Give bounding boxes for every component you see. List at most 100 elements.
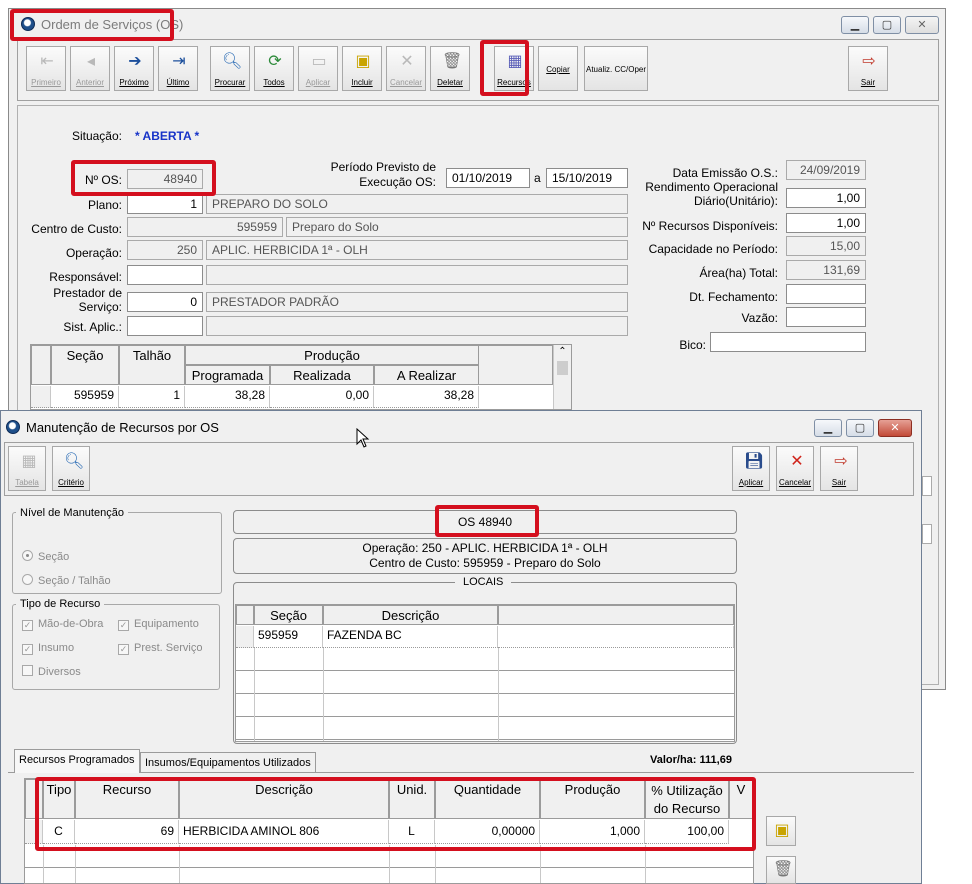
checkbox-icon <box>22 665 33 676</box>
col-producao-header: Produção <box>185 345 479 365</box>
first-button[interactable]: ⇤ Primeiro <box>26 46 66 91</box>
locais-row-secao[interactable]: 595959 <box>254 626 323 648</box>
grid-scrollbar[interactable]: ⌃ <box>553 345 571 409</box>
criteria-button[interactable]: 🔍︎ Critério <box>52 446 90 491</box>
data-emissao-label: Data Emissão O.S.: <box>672 166 778 180</box>
mouse-cursor-icon <box>356 428 370 448</box>
scroll-up-icon[interactable]: ⌃ <box>554 345 571 359</box>
operacao-line: Operação: 250 - APLIC. HERBICIDA 1ª - OL… <box>362 541 608 555</box>
dt-fechamento-field[interactable] <box>786 284 866 304</box>
locais-corner <box>236 605 254 625</box>
row-secao[interactable]: 595959 <box>51 386 119 408</box>
resource-minimize-button[interactable]: ▁ <box>814 419 842 437</box>
resource-close-button[interactable]: ✕ <box>878 419 912 437</box>
resource-titlebar[interactable]: Manutenção de Recursos por OS <box>0 412 922 442</box>
plano-desc-field: PREPARO DO SOLO <box>206 194 628 214</box>
prestador-label-line2: Serviço: <box>78 300 122 314</box>
dt-fechamento-label: Dt. Fechamento: <box>689 290 778 304</box>
resource-maximize-button[interactable]: ▢ <box>846 419 874 437</box>
centro-code-field[interactable]: 595959 <box>127 217 283 237</box>
rendimento-label-line2: Diário(Unitário): <box>693 194 778 208</box>
bico-field[interactable] <box>710 332 866 352</box>
checkbox-checked-icon: ✓ <box>118 620 129 631</box>
locais-col-descricao[interactable]: Descrição <box>323 605 498 625</box>
tipo-diversos[interactable]: Diversos <box>22 665 81 678</box>
sist-aplic-desc-field <box>206 316 628 336</box>
checkbox-checked-icon: ✓ <box>22 620 33 631</box>
add-resource-button[interactable]: ▣ <box>766 816 796 846</box>
tipo-prest-servico[interactable]: ✓ Prest. Serviço <box>118 642 202 655</box>
centro-desc-field: Preparo do Solo <box>286 217 628 237</box>
grid-header-filler <box>479 345 553 385</box>
all-button[interactable]: ⟳ Todos <box>254 46 294 91</box>
periodo-fim-field[interactable]: 15/10/2019 <box>546 168 628 188</box>
row-programada[interactable]: 38,28 <box>185 386 270 408</box>
periodo-inicio-field[interactable]: 01/10/2019 <box>446 168 530 188</box>
trash-icon: 🗑︎ <box>442 53 463 70</box>
last-button[interactable]: ⇥ Último <box>158 46 198 91</box>
row-talhao[interactable]: 1 <box>119 386 185 408</box>
rendimento-field[interactable]: 1,00 <box>786 188 866 208</box>
col-realizada-header[interactable]: Realizada <box>270 365 374 385</box>
periodo-separator: a <box>534 171 541 185</box>
capacidade-field: 15,00 <box>786 236 866 256</box>
cancel-x-icon: ✕ <box>790 453 804 470</box>
exit-door-icon: ⇨ <box>834 453 848 470</box>
delete-button[interactable]: 🗑︎ Deletar <box>430 46 470 91</box>
prestador-code-field[interactable]: 0 <box>127 292 203 312</box>
tab-recursos-programados[interactable]: Recursos Programados <box>14 749 140 773</box>
minimize-button[interactable]: ▁ <box>841 16 869 34</box>
resource-exit-button[interactable]: ⇨ Sair <box>820 446 858 491</box>
update-cc-oper-button[interactable]: Atualiz. CC/Oper <box>584 46 648 91</box>
include-button[interactable]: ▣ Incluir <box>342 46 382 91</box>
responsavel-code-field[interactable] <box>127 265 203 285</box>
sist-aplic-code-field[interactable] <box>127 316 203 336</box>
recursos-disp-field[interactable]: 1,00 <box>786 213 866 233</box>
next-button[interactable]: ➔ Próximo <box>114 46 154 91</box>
close-button[interactable]: ✕ <box>905 16 939 34</box>
search-button[interactable]: 🔍︎ Procurar <box>210 46 250 91</box>
col-secao-header[interactable]: Seção <box>51 345 119 385</box>
resource-cancel-button[interactable]: ✕ Cancelar <box>776 446 814 491</box>
row-a-realizar[interactable]: 38,28 <box>374 386 479 408</box>
col-a-realizar-header[interactable]: A Realizar <box>374 365 479 385</box>
nivel-option-secao-talhao[interactable]: Seção / Talhão <box>22 574 111 587</box>
first-record-icon: ⇤ <box>40 53 54 70</box>
apply-icon: ▭ <box>311 53 327 70</box>
previous-button[interactable]: ◂ Anterior <box>70 46 110 91</box>
bico-label: Bico: <box>679 338 706 352</box>
plano-code-field[interactable]: 1 <box>127 194 203 214</box>
maximize-button[interactable]: ▢ <box>873 16 901 34</box>
col-talhao-header[interactable]: Talhão <box>119 345 185 385</box>
tipo-equipamento[interactable]: ✓ Equipamento <box>118 618 199 631</box>
vazao-field[interactable] <box>786 307 866 327</box>
apply-button[interactable]: ▭ Aplicar <box>298 46 338 91</box>
nivel-option-secao[interactable]: Seção <box>22 550 69 563</box>
scroll-thumb[interactable] <box>557 361 568 375</box>
row-realizada[interactable]: 0,00 <box>270 386 374 408</box>
operacao-code-field[interactable]: 250 <box>127 240 203 260</box>
checkbox-checked-icon: ✓ <box>22 644 33 655</box>
last-record-icon: ⇥ <box>172 53 186 70</box>
exit-button[interactable]: ⇨ Sair <box>848 46 888 91</box>
highlight-os-label <box>435 505 539 537</box>
tipo-insumo[interactable]: ✓ Insumo <box>22 642 74 655</box>
delete-resource-button[interactable]: 🗑︎ <box>766 856 796 884</box>
locais-col-secao[interactable]: Seção <box>254 605 323 625</box>
locais-title: LOCAIS <box>455 576 512 588</box>
tipo-mao-de-obra[interactable]: ✓ Mão-de-Obra <box>22 618 103 631</box>
data-emissao-field: 24/09/2019 <box>786 160 866 180</box>
locais-header-filler <box>498 605 734 625</box>
search-icon: 🔍︎ <box>64 453 85 470</box>
cancel-button[interactable]: ✕ Cancelar <box>386 46 426 91</box>
operacao-desc-field: APLIC. HERBICIDA 1ª - OLH <box>206 240 628 260</box>
responsavel-desc-field <box>206 265 628 285</box>
resource-apply-button[interactable]: 💾︎ Aplicar <box>732 446 770 491</box>
copy-button[interactable]: Copiar <box>538 46 578 91</box>
col-programada-header[interactable]: Programada <box>185 365 270 385</box>
area-field: 131,69 <box>786 260 866 280</box>
table-button[interactable]: ▦ Tabela <box>8 446 46 491</box>
tab-insumos-equipamentos[interactable]: Insumos/Equipamentos Utilizados <box>140 752 316 772</box>
locais-row-descricao[interactable]: FAZENDA BC <box>323 626 498 648</box>
prestador-desc-field: PRESTADOR PADRÃO <box>206 292 628 312</box>
